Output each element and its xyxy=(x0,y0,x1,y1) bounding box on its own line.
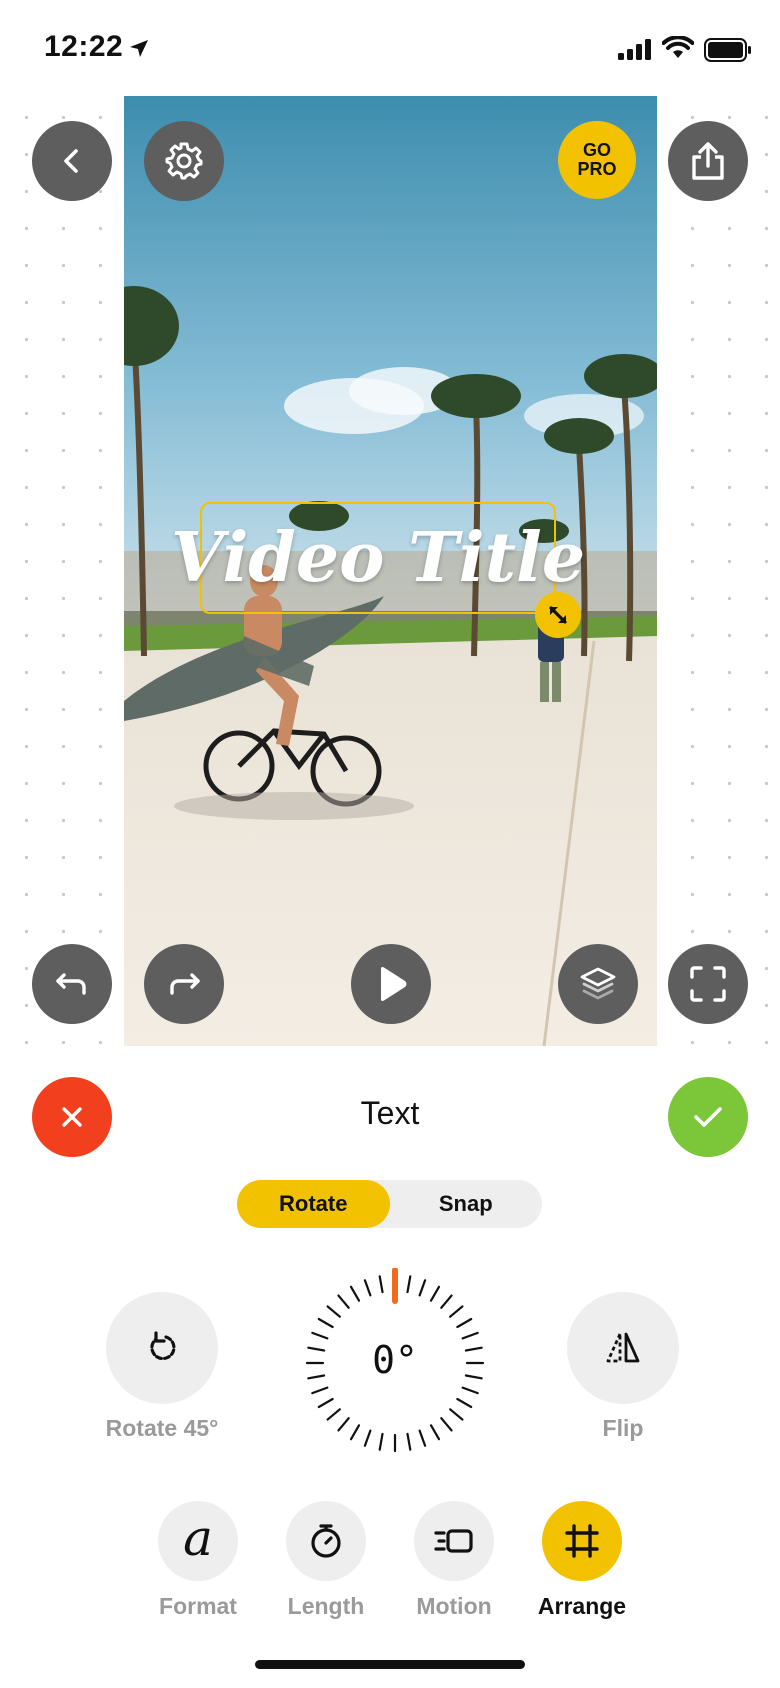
back-button[interactable] xyxy=(32,121,112,201)
cellular-signal-icon xyxy=(618,39,651,60)
go-pro-line2: PRO xyxy=(577,159,617,179)
back-icon xyxy=(64,149,78,173)
dial-tick xyxy=(307,1374,326,1380)
tab-motion-label: Motion xyxy=(416,1593,492,1619)
dial-tick xyxy=(418,1429,427,1447)
settings-button[interactable] xyxy=(144,121,224,201)
format-script-a-icon: a xyxy=(183,1509,213,1567)
dial-tick xyxy=(456,1397,473,1409)
tab-arrange[interactable] xyxy=(542,1501,622,1581)
dial-tick xyxy=(378,1275,384,1294)
dial-tick xyxy=(349,1285,361,1302)
dial-tick xyxy=(406,1275,412,1294)
gear-icon xyxy=(165,142,203,180)
dial-tick xyxy=(406,1432,412,1451)
battery-icon xyxy=(704,38,751,62)
dial-tick xyxy=(349,1424,361,1441)
redo-button[interactable] xyxy=(144,944,224,1024)
stopwatch-icon xyxy=(311,1524,341,1558)
dial-tick xyxy=(311,1386,329,1395)
rotate-45-label: Rotate 45° xyxy=(105,1415,219,1441)
segment-snap[interactable]: Snap xyxy=(390,1180,543,1228)
dial-tick xyxy=(464,1346,483,1352)
wifi-icon xyxy=(662,36,694,58)
flip-button[interactable] xyxy=(567,1292,679,1404)
rotation-dial-value: 0° xyxy=(372,1338,418,1382)
motion-icon xyxy=(434,1529,473,1553)
dial-tick xyxy=(363,1279,372,1297)
tab-motion[interactable] xyxy=(414,1501,494,1581)
text-overlay-title[interactable]: Video Title xyxy=(171,518,585,598)
dial-tick xyxy=(440,1294,453,1309)
home-indicator xyxy=(255,1660,525,1669)
dial-tick xyxy=(326,1408,341,1421)
tab-length[interactable] xyxy=(286,1501,366,1581)
layers-button[interactable] xyxy=(558,944,638,1024)
segment-rotate[interactable]: Rotate xyxy=(237,1180,390,1228)
tab-arrange-label: Arrange xyxy=(537,1593,627,1619)
panel-title: Text xyxy=(360,1095,420,1131)
status-time: 12:22 xyxy=(44,30,124,63)
play-button[interactable] xyxy=(351,944,431,1024)
resize-arrows-icon xyxy=(549,606,567,624)
text-overlay-selection[interactable]: Video Title xyxy=(171,502,585,614)
layers-icon xyxy=(580,967,616,1000)
dial-tick xyxy=(449,1305,464,1318)
share-icon xyxy=(692,142,724,180)
go-pro-button[interactable]: GO PRO xyxy=(558,121,636,199)
dial-tick xyxy=(461,1331,479,1340)
rotate-icon xyxy=(150,1331,176,1361)
dial-tick xyxy=(456,1317,473,1329)
dial-tick xyxy=(363,1429,372,1447)
tab-format[interactable]: a xyxy=(158,1501,238,1581)
dial-tick xyxy=(429,1285,441,1302)
dial-tick xyxy=(449,1408,464,1421)
resize-handle[interactable] xyxy=(535,592,581,638)
rotate-45-button[interactable] xyxy=(106,1292,218,1404)
redo-icon xyxy=(170,973,200,995)
dial-tick xyxy=(429,1424,441,1441)
undo-button[interactable] xyxy=(32,944,112,1024)
dial-tick xyxy=(378,1432,384,1451)
tab-format-label: Format xyxy=(159,1593,237,1619)
rotate-snap-segmented-control: Rotate Snap xyxy=(237,1180,542,1228)
dial-tick xyxy=(317,1397,334,1409)
close-icon xyxy=(62,1107,82,1127)
go-pro-line1: GO xyxy=(582,140,611,160)
dial-tick xyxy=(440,1417,453,1432)
dial-tick xyxy=(311,1331,329,1340)
dial-tick xyxy=(307,1346,326,1352)
dial-tick xyxy=(337,1417,350,1432)
dial-tick xyxy=(326,1305,341,1318)
dial-tick xyxy=(418,1279,427,1297)
flip-icon xyxy=(606,1332,640,1363)
cancel-button[interactable] xyxy=(32,1077,112,1157)
checkmark-icon xyxy=(694,1107,722,1127)
dial-tick xyxy=(464,1374,483,1380)
share-button[interactable] xyxy=(668,121,748,201)
flip-label: Flip xyxy=(602,1415,644,1441)
tab-length-label: Length xyxy=(287,1593,365,1619)
location-arrow-icon xyxy=(130,40,148,57)
dial-tick xyxy=(317,1317,334,1329)
undo-icon xyxy=(56,973,86,995)
play-icon xyxy=(381,967,407,1001)
fullscreen-button[interactable] xyxy=(668,944,748,1024)
confirm-button[interactable] xyxy=(668,1077,748,1157)
dial-tick xyxy=(461,1386,479,1395)
fullscreen-icon xyxy=(690,966,726,1002)
crop-frame-icon xyxy=(565,1524,599,1558)
dial-tick xyxy=(337,1294,350,1309)
